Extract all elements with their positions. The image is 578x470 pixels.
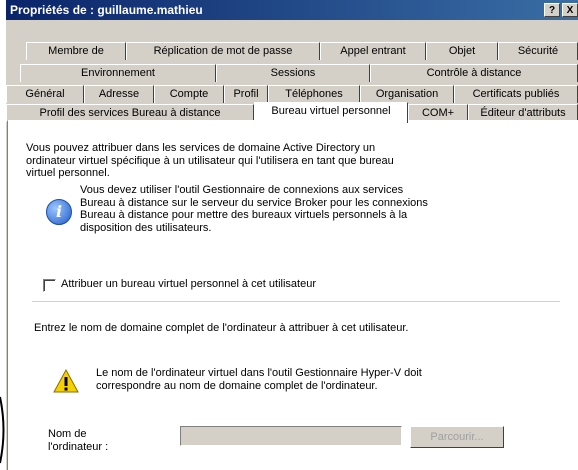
tab-profil[interactable]: Profil	[224, 85, 268, 103]
title-bar[interactable]: Propriétés de : guillaume.mathieu ? X	[6, 0, 578, 20]
intro-line: Vous pouvez attribuer dans les services …	[26, 142, 376, 154]
computer-name-label: Nom de l'ordinateur :	[48, 428, 108, 453]
tab-organisation[interactable]: Organisation	[360, 85, 454, 103]
close-button[interactable]: X	[562, 3, 578, 17]
warning-line: correspondre au nom de domaine complet d…	[96, 379, 378, 392]
assign-virtual-desktop-checkbox[interactable]	[43, 279, 56, 292]
warning-text: Le nom de l'ordinateur virtuel dans l'ou…	[96, 367, 422, 392]
info-line: Bureau à distance sur le serveur du serv…	[80, 196, 428, 209]
tab-sessions[interactable]: Sessions	[216, 64, 370, 82]
warning-icon	[53, 368, 79, 393]
tab-adresse[interactable]: Adresse	[84, 85, 154, 103]
help-button[interactable]: ?	[544, 3, 560, 17]
window-title: Propriétés de : guillaume.mathieu	[10, 3, 203, 17]
label-line: l'ordinateur :	[48, 440, 109, 453]
group-separator	[32, 301, 560, 302]
info-line: Bureau à distance pour mettre des bureau…	[80, 209, 408, 221]
tab-controle-distance[interactable]: Contrôle à distance	[370, 64, 578, 82]
tab-replication[interactable]: Réplication de mot de passe	[126, 42, 320, 60]
computer-name-input[interactable]	[180, 426, 402, 446]
intro-text: Vous pouvez attribuer dans les services …	[26, 142, 394, 180]
tab-appel-entrant[interactable]: Appel entrant	[320, 42, 426, 60]
fqdn-prompt: Entrez le nom de domaine complet de l'or…	[34, 322, 409, 334]
label-line: Nom de	[48, 428, 87, 440]
intro-line: virtuel personnel.	[26, 167, 110, 179]
info-line: disposition des utilisateurs.	[80, 221, 212, 234]
tab-securite[interactable]: Sécurité	[498, 42, 578, 60]
tab-environnement[interactable]: Environnement	[20, 64, 216, 82]
intro-line: ordinateur virtuel spécifique à un utili…	[26, 154, 394, 167]
tab-certificats[interactable]: Certificats publiés	[454, 85, 578, 103]
properties-window: Propriétés de : guillaume.mathieu ? X Me…	[6, 0, 578, 470]
info-icon: i	[46, 199, 72, 225]
tab-bureau-virtuel-personnel[interactable]: Bureau virtuel personnel	[254, 102, 408, 123]
info-line: Vous devez utiliser l'outil Gestionnaire…	[80, 184, 404, 196]
tab-compte[interactable]: Compte	[154, 85, 224, 103]
tab-general[interactable]: Général	[6, 85, 84, 103]
tab-telephones[interactable]: Téléphones	[268, 85, 360, 103]
left-bracket-mark	[0, 396, 5, 464]
warning-line: Le nom de l'ordinateur virtuel dans l'ou…	[96, 367, 422, 379]
tab-membre-de[interactable]: Membre de	[26, 42, 126, 60]
tab-objet[interactable]: Objet	[426, 42, 498, 60]
info-text: Vous devez utiliser l'outil Gestionnaire…	[80, 184, 428, 234]
checkbox-label[interactable]: Attribuer un bureau virtuel personnel à …	[61, 278, 316, 291]
browse-button[interactable]: Parcourir...	[410, 426, 504, 448]
